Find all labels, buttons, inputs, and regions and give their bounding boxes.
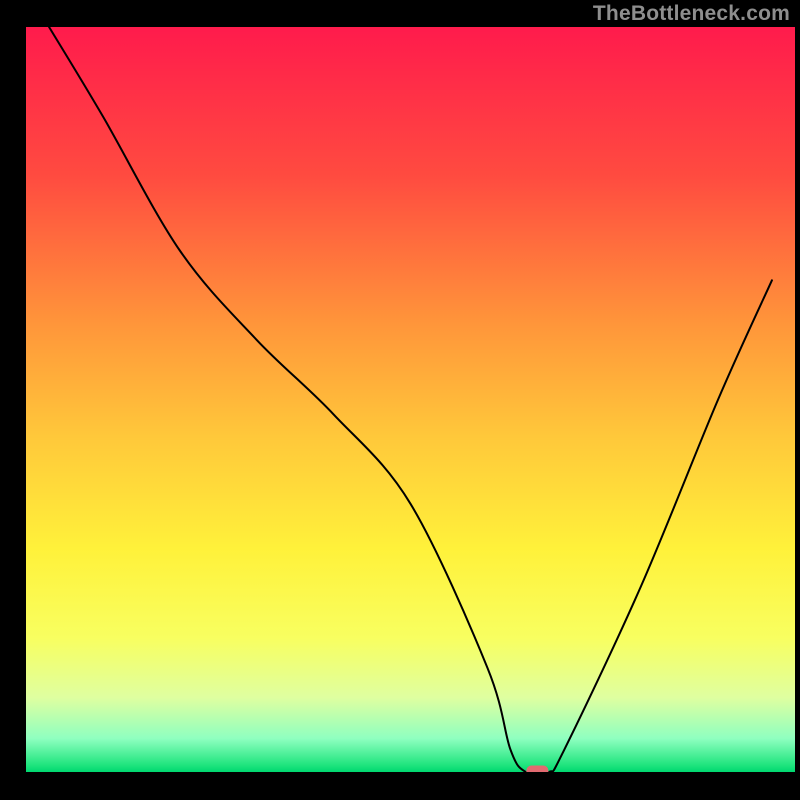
chart-stage: TheBottleneck.com [0, 0, 800, 800]
plot-background [26, 27, 795, 772]
bottleneck-chart [0, 0, 800, 800]
optimal-range-marker [526, 766, 548, 777]
watermark-text: TheBottleneck.com [593, 2, 790, 26]
